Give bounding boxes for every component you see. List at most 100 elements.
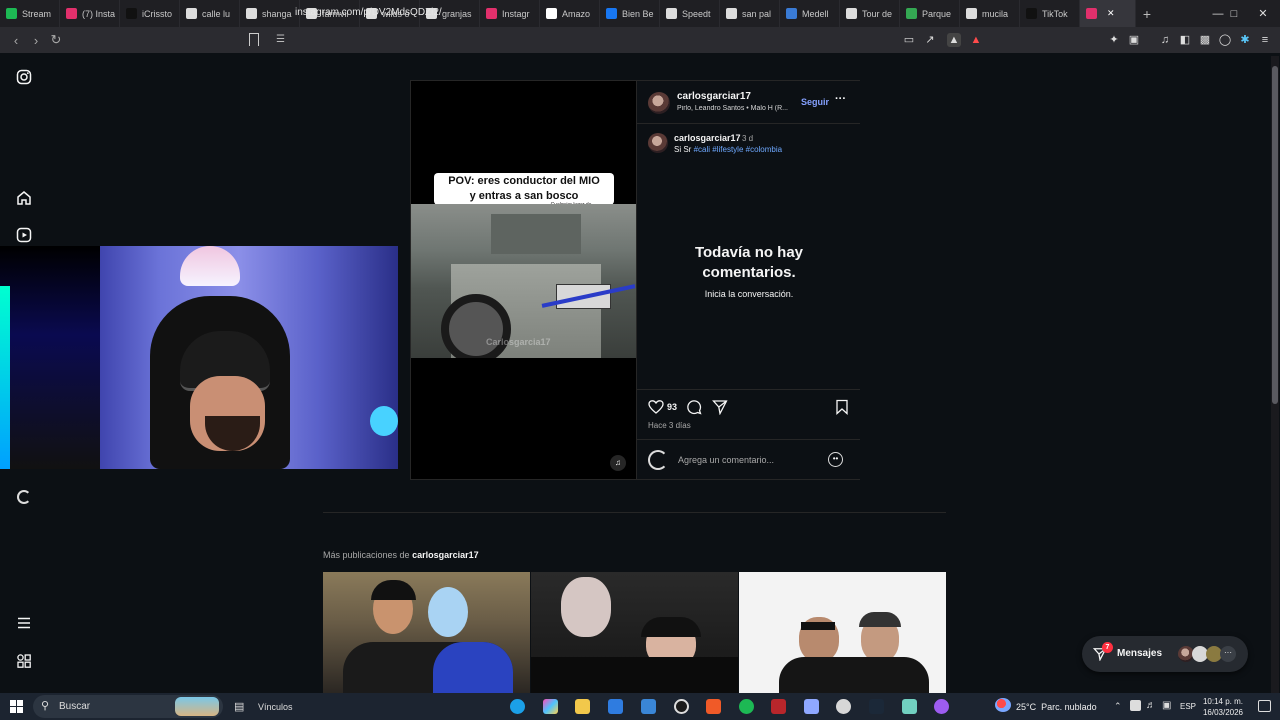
- back-icon[interactable]: ‹: [6, 33, 26, 48]
- extensions-icon[interactable]: ✦: [1107, 33, 1121, 47]
- reels-icon[interactable]: [15, 227, 33, 245]
- audio-label[interactable]: Pirlo, Leandro Santos • Malo H (R...: [677, 105, 802, 112]
- obs-icon[interactable]: [674, 699, 689, 714]
- mail-icon[interactable]: [641, 699, 656, 714]
- profile-icon[interactable]: [15, 488, 33, 506]
- browser-tab[interactable]: iCrissto: [120, 0, 180, 27]
- caption-username[interactable]: carlosgarciar17: [674, 133, 741, 143]
- menu-icon[interactable]: ≡: [1258, 33, 1272, 47]
- language-indicator[interactable]: ESP: [1180, 702, 1196, 711]
- close-tab-icon[interactable]: ✕: [1107, 8, 1115, 19]
- vpn-icon[interactable]: ◯: [1218, 33, 1232, 47]
- author-avatar[interactable]: [648, 92, 670, 114]
- app-icon[interactable]: [934, 699, 949, 714]
- header-divider: [637, 123, 860, 124]
- cast-icon[interactable]: ▭: [902, 33, 916, 47]
- speaker-icon[interactable]: ♬: [1146, 700, 1156, 711]
- caption-avatar[interactable]: [648, 133, 668, 153]
- ai-icon[interactable]: ✱: [1238, 33, 1252, 47]
- share-icon[interactable]: ↗: [923, 33, 937, 47]
- tray-overflow-icon[interactable]: ⌃: [1114, 701, 1122, 712]
- follow-button[interactable]: Seguir: [801, 97, 829, 107]
- app-icon[interactable]: [771, 699, 786, 714]
- new-tab-button[interactable]: +: [1136, 6, 1158, 22]
- scrollbar-thumb[interactable]: [1272, 66, 1278, 404]
- copilot-icon[interactable]: [543, 699, 558, 714]
- edge-icon[interactable]: [510, 699, 525, 714]
- browser-tab[interactable]: Speedt: [660, 0, 720, 27]
- browser-tab[interactable]: Stream: [0, 0, 60, 27]
- post-date[interactable]: Hace 3 días: [648, 421, 691, 430]
- screenshot-icon[interactable]: ▣: [1127, 33, 1141, 47]
- spotify-icon[interactable]: [739, 699, 754, 714]
- home-icon[interactable]: [15, 190, 33, 208]
- app-icon[interactable]: [902, 699, 917, 714]
- shield-icon[interactable]: ▲: [947, 33, 961, 47]
- mute-icon[interactable]: ♫: [610, 455, 626, 471]
- browser-tab[interactable]: (7) Insta: [60, 0, 120, 27]
- more-menu-icon[interactable]: [15, 615, 33, 633]
- browser-tab[interactable]: Instagr: [480, 0, 540, 27]
- windows-start-icon[interactable]: [10, 700, 23, 713]
- reload-icon[interactable]: ↻: [46, 32, 66, 48]
- url-field[interactable]: instagram.com/p/DV2MdsQDZi2/: [295, 7, 442, 18]
- clock[interactable]: 10:14 p. m. 16/03/2026: [1201, 696, 1245, 718]
- site-settings-icon[interactable]: ☰: [276, 34, 285, 45]
- bookmark-icon[interactable]: [249, 33, 259, 46]
- more-options-icon[interactable]: ···: [835, 93, 846, 105]
- store-icon[interactable]: [608, 699, 623, 714]
- brave-icon[interactable]: [706, 699, 721, 714]
- post-thumbnail[interactable]: [323, 572, 530, 694]
- like-count[interactable]: 93: [667, 402, 677, 412]
- unread-badge: 7: [1102, 642, 1113, 653]
- weather-widget[interactable]: 25°C Parc. nublado: [1016, 702, 1097, 712]
- hashtag-colombia[interactable]: #colombia: [746, 145, 782, 154]
- music-icon[interactable]: ♫: [1158, 33, 1172, 47]
- browser-tab[interactable]: Bien Be: [600, 0, 660, 27]
- instagram-logo-icon[interactable]: [15, 69, 33, 87]
- share-icon[interactable]: [712, 399, 728, 420]
- like-icon[interactable]: [648, 399, 664, 420]
- close-window-button[interactable]: ✕: [1243, 0, 1280, 27]
- browser-tab[interactable]: Tour de: [840, 0, 900, 27]
- browser-tab[interactable]: san pal: [720, 0, 780, 27]
- comment-input[interactable]: Agrega un comentario...: [678, 455, 774, 465]
- hashtag-cali[interactable]: #cali: [694, 145, 710, 154]
- emoji-icon[interactable]: ••: [828, 452, 843, 467]
- weather-icon[interactable]: [995, 698, 1011, 712]
- notifications-icon[interactable]: [1258, 700, 1271, 712]
- sidebar-icon[interactable]: ◧: [1178, 33, 1192, 47]
- browser-tab[interactable]: TikTok: [1020, 0, 1080, 27]
- browser-tab[interactable]: ✕: [1080, 0, 1136, 27]
- app-icon[interactable]: [836, 699, 851, 714]
- links-toolbar[interactable]: Vínculos: [258, 702, 293, 712]
- forward-icon[interactable]: ›: [26, 33, 46, 48]
- steam-icon[interactable]: [869, 699, 884, 714]
- hashtag-lifestyle[interactable]: #lifestyle: [712, 145, 743, 154]
- network-icon[interactable]: ▣: [1162, 700, 1171, 711]
- file-explorer-icon[interactable]: [575, 699, 590, 714]
- browser-tab[interactable]: Medell: [780, 0, 840, 27]
- task-view-icon[interactable]: ▤: [234, 700, 244, 713]
- post-thumbnail[interactable]: [531, 572, 738, 694]
- browser-tab[interactable]: Amazo: [540, 0, 600, 27]
- browser-tab[interactable]: calle lu: [180, 0, 240, 27]
- also-from-meta-icon[interactable]: [15, 653, 33, 671]
- wallet-icon[interactable]: ▩: [1198, 33, 1212, 47]
- address-bar: ‹ › ↻: [0, 27, 1280, 53]
- save-icon[interactable]: [834, 399, 850, 420]
- browser-tab[interactable]: mucila: [960, 0, 1020, 27]
- app-icon[interactable]: [804, 699, 819, 714]
- comment-icon[interactable]: [686, 399, 702, 420]
- author-username[interactable]: carlosgarciar17: [677, 91, 751, 102]
- tray-app-icon[interactable]: [1130, 700, 1141, 711]
- messages-button[interactable]: 7 Mensajes ···: [1082, 636, 1248, 672]
- browser-tab[interactable]: Parque: [900, 0, 960, 27]
- video-watermark: Carlosgarcia17: [486, 337, 551, 347]
- post-thumbnail[interactable]: [739, 572, 946, 694]
- more-posts-user[interactable]: carlosgarciar17: [412, 550, 479, 560]
- video-player[interactable]: POV: eres conductor del MIO y entras a s…: [411, 81, 636, 479]
- taskbar-search[interactable]: ⚲ Buscar: [33, 695, 223, 718]
- rewards-icon[interactable]: ▲: [969, 33, 983, 47]
- browser-tab[interactable]: shanga: [240, 0, 300, 27]
